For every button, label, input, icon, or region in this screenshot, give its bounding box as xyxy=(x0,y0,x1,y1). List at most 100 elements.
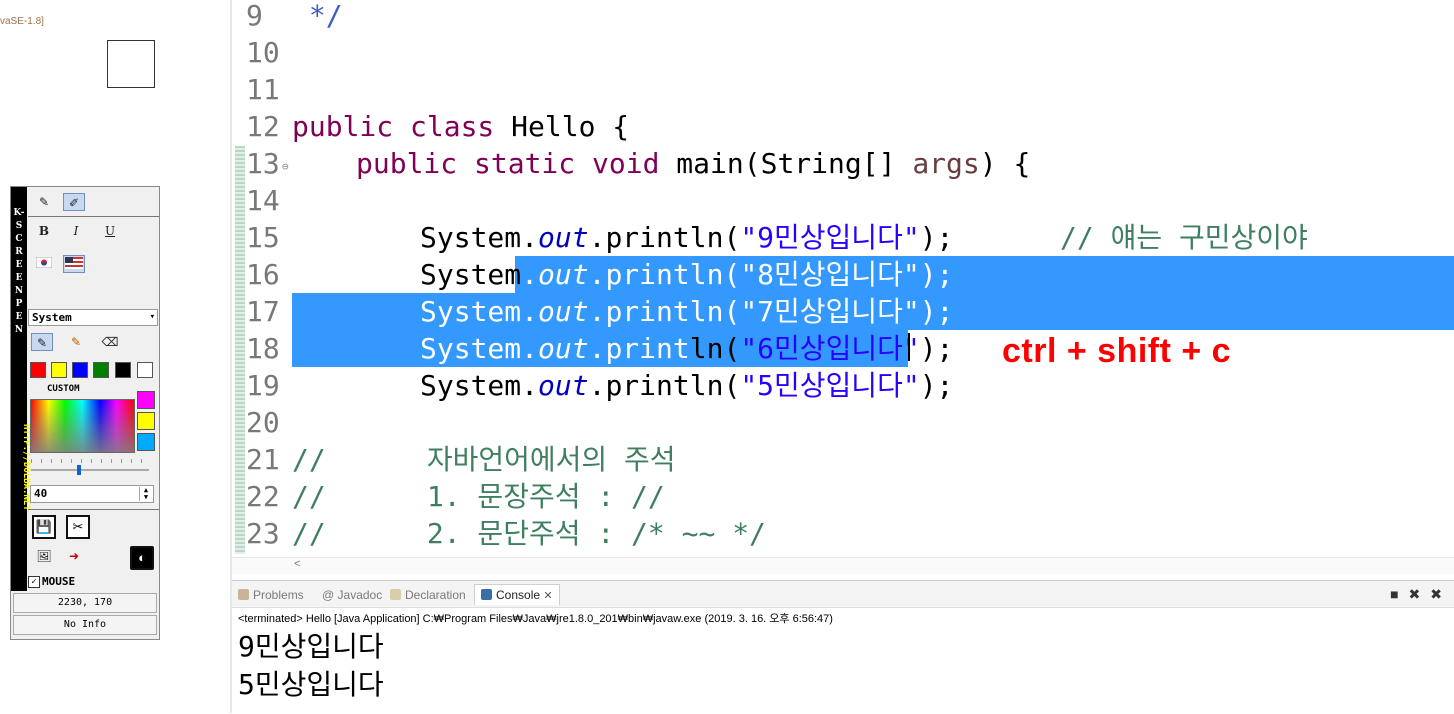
code-text: .println( xyxy=(588,369,741,402)
remove-all-icon[interactable]: ✖ xyxy=(1430,586,1452,602)
tab-javadoc[interactable]: @ Javadoc xyxy=(322,585,382,605)
remove-launch-icon[interactable]: ✖ xyxy=(1409,586,1431,602)
size-slider[interactable] xyxy=(31,469,149,471)
save-icon[interactable]: 💾 xyxy=(32,515,56,539)
korean-flag-icon[interactable] xyxy=(33,255,55,273)
change-ruler xyxy=(235,146,245,554)
fold-collapse-icon[interactable]: ⊖ xyxy=(282,160,289,173)
view-tabs: Problems @ Javadoc Declaration Console ✕… xyxy=(232,581,1454,608)
color-swatch-white[interactable] xyxy=(137,362,153,378)
code-text: main(String[] xyxy=(659,147,913,180)
code-comment: // 얘는 구민상이야 xyxy=(1060,221,1308,254)
declaration-icon xyxy=(390,589,401,600)
tab-declaration[interactable]: Declaration xyxy=(390,585,466,605)
field-out: out xyxy=(538,332,589,365)
color-swatch-red[interactable] xyxy=(30,362,46,378)
line-number: 14 xyxy=(246,184,280,217)
blank-box xyxy=(107,40,155,88)
kscreen-pen-title: K-SCREEN PEN xyxy=(13,208,25,335)
code-text: ) { xyxy=(979,147,1031,180)
line-number: 22 xyxy=(246,480,280,513)
custom-swatch-cyan[interactable] xyxy=(137,433,155,451)
eraser-icon[interactable]: ⌫ xyxy=(99,333,121,351)
problems-icon xyxy=(238,589,249,600)
font-select-value: System xyxy=(32,311,72,324)
code-line: System.out.println("7민상입니다"); xyxy=(420,293,953,330)
console-output-line[interactable]: 9민상입니다 xyxy=(238,625,384,665)
tab-label: Declaration xyxy=(405,588,466,602)
line-number: 17 xyxy=(246,295,280,328)
console-view: Problems @ Javadoc Declaration Console ✕… xyxy=(232,580,1454,714)
mouse-checkbox[interactable]: ✓ MOUSE xyxy=(28,575,75,588)
invert-icon[interactable]: ◐ xyxy=(130,546,154,570)
kscreen-pen-panel: K-SCREEN PEN HTTP://DOLBA.NET ✎ ✐ B I U … xyxy=(10,186,160,640)
code-editor[interactable]: 9 10 11 12 13 14 15 16 17 18 19 20 21 22… xyxy=(232,0,1454,560)
mouse-label: MOUSE xyxy=(42,575,76,588)
highlighter-icon[interactable]: ✎ xyxy=(65,333,87,351)
code-text: ); xyxy=(919,332,954,365)
code-text: ); xyxy=(919,369,954,402)
code-text: System. xyxy=(420,369,539,402)
line-number: 10 xyxy=(246,36,280,69)
font-select[interactable]: System ▾ xyxy=(28,309,158,326)
code-text: .println( xyxy=(588,221,741,254)
field-out: out xyxy=(538,258,589,291)
console-icon xyxy=(481,589,492,600)
code-line: System.out.println("8민상입니다"); xyxy=(420,256,953,293)
color-swatch-green[interactable] xyxy=(93,362,109,378)
color-spectrum-picker[interactable] xyxy=(30,399,135,453)
save-cut-icon[interactable]: ✂ xyxy=(66,515,90,539)
image-capture-icon[interactable]: 🖼 xyxy=(33,547,55,565)
close-icon[interactable]: ✕ xyxy=(543,590,552,602)
keyword: public class xyxy=(292,110,495,143)
pen-mode-icon[interactable]: ✎ xyxy=(33,193,55,211)
tab-label: Console xyxy=(496,588,541,602)
tab-problems[interactable]: Problems xyxy=(238,585,304,605)
code-text: System xyxy=(420,258,522,291)
color-swatch-yellow[interactable] xyxy=(51,362,67,378)
horizontal-scrollbar[interactable]: < xyxy=(232,557,1454,574)
chevron-down-icon: ▾ xyxy=(149,312,155,322)
line-number: 18 xyxy=(246,332,280,365)
code-line: public static void main(String[] args) { xyxy=(356,145,1030,182)
size-slider-thumb[interactable] xyxy=(77,465,81,475)
coords-readout: 2230, 170 xyxy=(13,593,157,613)
console-toolbar: ■✖✖ xyxy=(1390,586,1452,603)
scroll-left-icon[interactable]: < xyxy=(294,558,300,570)
code-text: .println( xyxy=(588,332,741,365)
code-text: ); xyxy=(919,295,954,328)
underline-button[interactable]: U xyxy=(99,222,121,240)
code-text: . xyxy=(521,258,539,291)
tab-console[interactable]: Console ✕ xyxy=(474,584,560,605)
line-number: 9 xyxy=(246,0,263,32)
jre-library-label: vaSE-1.8] xyxy=(0,16,44,27)
bold-button[interactable]: B xyxy=(33,222,55,240)
us-flag-icon[interactable] xyxy=(63,255,85,273)
pen-tool-icon[interactable]: ✎ xyxy=(31,333,53,351)
color-swatch-black[interactable] xyxy=(115,362,131,378)
line-number: 15 xyxy=(246,221,280,254)
custom-swatch-yellow[interactable] xyxy=(137,412,155,430)
exit-icon[interactable]: ➜ xyxy=(63,547,85,565)
code-line: System.out.println("5민상입니다"); xyxy=(420,367,953,404)
line-number: 19 xyxy=(246,369,280,402)
string-literal: "7민상입니다" xyxy=(740,295,920,328)
string-literal: "6민상입니다" xyxy=(740,332,920,365)
code-text: System. xyxy=(420,221,539,254)
italic-button[interactable]: I xyxy=(65,222,87,240)
console-output-line[interactable]: 5민상입니다 xyxy=(238,663,384,703)
code-comment: // 2. 문단주석 : /* ~~ */ xyxy=(292,517,766,550)
size-input[interactable]: 40 ▲ ▼ xyxy=(30,485,154,503)
code-line: System.out.println("9민상입니다"); xyxy=(420,219,953,256)
terminate-icon[interactable]: ■ xyxy=(1390,586,1408,602)
size-spinner-icon[interactable]: ▲ ▼ xyxy=(139,487,152,501)
shortcut-annotation: ctrl + shift + c xyxy=(1002,332,1232,370)
keyword: public static void xyxy=(356,147,660,180)
tab-label: Problems xyxy=(253,588,304,602)
text-mode-icon[interactable]: ✐ xyxy=(63,193,85,211)
code-text: .println( xyxy=(588,295,741,328)
checkbox-checked-icon[interactable]: ✓ xyxy=(28,576,40,588)
color-swatch-blue[interactable] xyxy=(72,362,88,378)
custom-swatch-magenta[interactable] xyxy=(137,391,155,409)
code-line: public class Hello { xyxy=(292,108,629,145)
